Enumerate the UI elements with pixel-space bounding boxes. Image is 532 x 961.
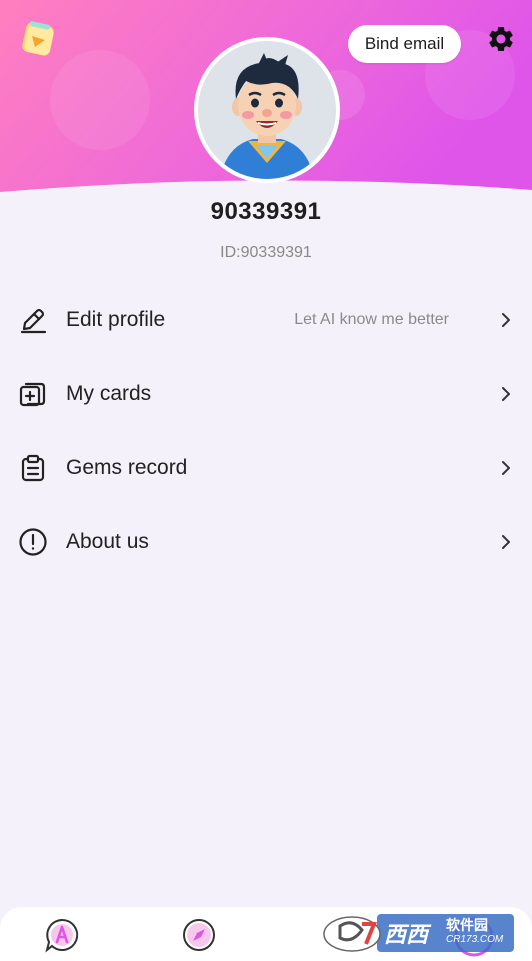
card-add-icon	[18, 379, 48, 409]
settings-gear-icon[interactable]	[484, 22, 518, 56]
menu-item-label: Gems record	[66, 456, 188, 479]
watermark-text: 西西	[384, 922, 429, 947]
menu-item-label: My cards	[66, 382, 152, 405]
info-circle-icon	[18, 527, 48, 557]
profile-menu: Edit profile Let AI know me better My ca…	[0, 283, 532, 579]
clipboard-icon	[18, 453, 48, 483]
chat-a-icon	[45, 918, 79, 953]
bind-email-button[interactable]: Bind email	[348, 25, 461, 63]
watermark-text: 软件园	[446, 917, 488, 933]
menu-item-label: Edit profile	[66, 308, 166, 331]
username: 90339391	[210, 198, 322, 225]
menu-item-gems-record[interactable]: Gems record	[0, 431, 532, 505]
app-logo-icon[interactable]	[20, 20, 58, 58]
chevron-right-icon	[502, 387, 510, 401]
chevron-right-icon	[502, 461, 510, 475]
menu-item-label: About us	[66, 530, 149, 553]
avatar[interactable]	[194, 37, 340, 183]
watermark-text: CR173.COM	[446, 934, 504, 945]
nav-chat-button[interactable]	[44, 917, 80, 953]
menu-item-about-us[interactable]: About us	[0, 505, 532, 579]
user-id: ID:90339391	[220, 244, 312, 261]
chevron-right-icon	[502, 535, 510, 549]
chevron-right-icon	[502, 313, 510, 327]
avatar-cartoon-boy-image	[198, 41, 336, 179]
watermark-logo: 西西 软件园 CR173.COM	[322, 910, 514, 954]
compass-icon	[183, 919, 215, 951]
nav-discover-button[interactable]	[181, 917, 217, 953]
menu-item-my-cards[interactable]: My cards	[0, 357, 532, 431]
menu-item-hint: Let AI know me better	[294, 311, 449, 328]
menu-item-edit-profile[interactable]: Edit profile Let AI know me better	[0, 283, 532, 357]
edit-pencil-icon	[18, 305, 48, 335]
